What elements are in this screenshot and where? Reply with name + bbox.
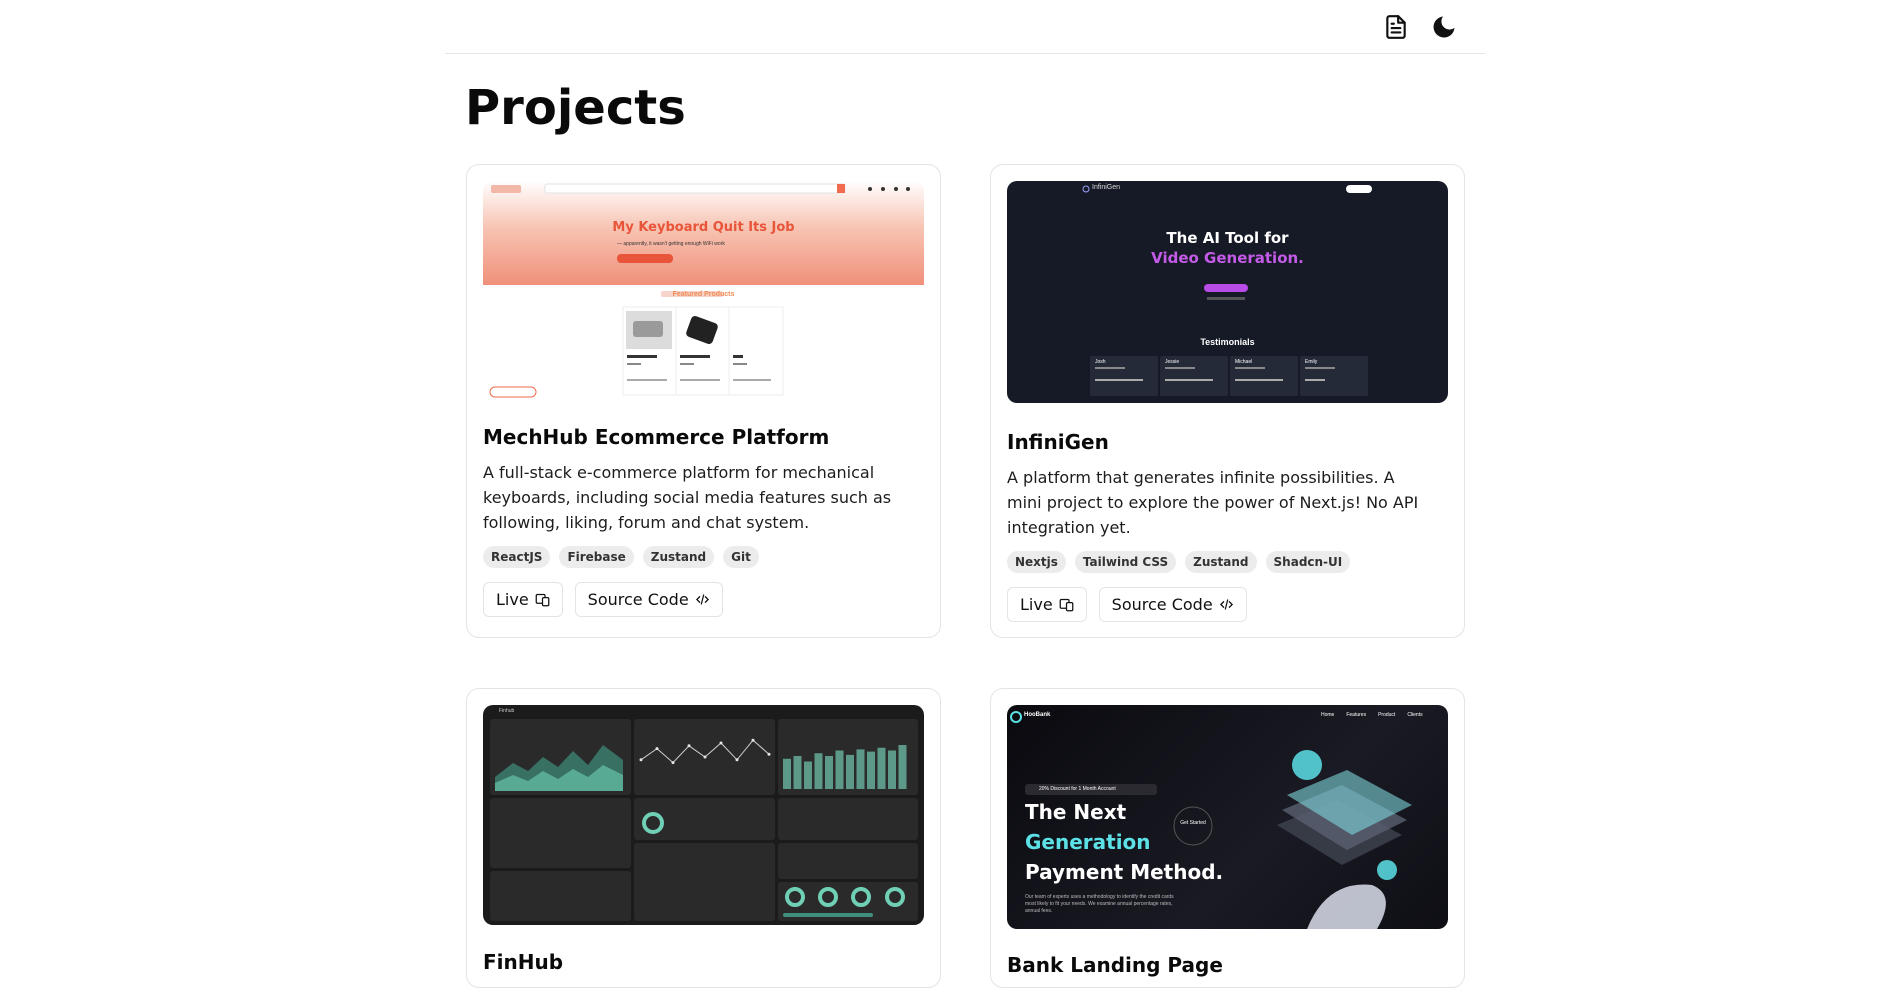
bar	[814, 753, 823, 789]
source-code-label: Source Code	[1111, 595, 1213, 614]
header-icons	[1381, 12, 1459, 42]
theme-toggle-button[interactable]	[1429, 12, 1459, 42]
project-actions: Live Source Code	[1007, 587, 1247, 622]
thumbnail-brand: Finhub	[499, 708, 515, 714]
thumbnail-subline: — apparently, it wasn't getting enough W…	[617, 241, 725, 247]
thumbnail-section: Testimonials	[1200, 337, 1255, 347]
project-thumbnail: My Keyboard Quit Its Job — apparently, i…	[483, 181, 924, 403]
tech-tag: Zustand	[642, 546, 715, 568]
tech-tag: ReactJS	[483, 546, 551, 568]
live-label: Live	[1020, 595, 1053, 614]
thumbnail-badge: 20% Discount for 1 Month Account	[1039, 786, 1116, 792]
tech-tags: ReactJS Firebase Zustand Git	[483, 546, 759, 568]
devices-icon	[1059, 598, 1074, 612]
project-card-finhub: Finhub FinHub	[466, 688, 941, 988]
live-label: Live	[496, 590, 529, 609]
tech-tag: Firebase	[559, 546, 634, 568]
tech-tag: Git	[723, 546, 759, 568]
tech-tag: Shadcn-UI	[1265, 551, 1351, 573]
project-card-mechhub: My Keyboard Quit Its Job — apparently, i…	[466, 164, 941, 638]
sparkline-point	[655, 747, 659, 751]
project-title: Bank Landing Page	[1007, 953, 1223, 977]
infinigen-thumbnail-art	[1082, 185, 1372, 396]
thumbnail-nav-item: Features	[1346, 712, 1367, 718]
tech-tags: Nextjs Tailwind CSS Zustand Shadcn-UI	[1007, 551, 1351, 573]
project-description: A platform that generates infinite possi…	[1007, 468, 1419, 537]
page-title: Projects	[465, 80, 686, 136]
thumbnail-brand: HooBank	[1024, 712, 1051, 718]
thumbnail-headline-3: Payment Method.	[1025, 860, 1224, 884]
project-thumbnail: InfiniGen The AI Tool for Video Generati…	[1007, 181, 1448, 403]
bar	[898, 745, 907, 789]
sparkline-point	[751, 738, 755, 742]
thumbnail-person: Jessie	[1165, 359, 1180, 365]
project-actions: Live Source Code	[483, 582, 723, 617]
code-icon	[695, 594, 709, 605]
thumbnail-section: Featured Products	[672, 291, 735, 298]
resume-button[interactable]	[1381, 12, 1411, 42]
sparkline-point	[639, 758, 643, 762]
tech-tag: Zustand	[1185, 551, 1257, 573]
bar	[804, 761, 812, 789]
bar	[793, 756, 802, 789]
source-code-label: Source Code	[587, 590, 689, 609]
sparkline-point	[719, 741, 723, 745]
bar	[825, 756, 833, 789]
source-code-button[interactable]: Source Code	[574, 582, 723, 617]
code-icon	[1219, 599, 1233, 610]
project-title: FinHub	[483, 950, 564, 974]
thumbnail-headline-1: The Next	[1025, 800, 1127, 824]
live-button[interactable]: Live	[483, 582, 563, 617]
devices-icon	[535, 593, 550, 607]
sparkline-point	[703, 755, 707, 759]
project-title: InfiniGen	[1007, 430, 1109, 454]
thumbnail-person: Emily	[1305, 359, 1318, 365]
thumbnail-nav: Home Features Product Clients	[1321, 712, 1423, 718]
moon-icon	[1433, 16, 1455, 38]
thumbnail-headline-2: Video Generation.	[1151, 249, 1304, 267]
thumbnail-nav-item: Home	[1321, 712, 1335, 718]
thumbnail-cta: Get Started	[1180, 820, 1206, 826]
sparkline-point	[687, 744, 691, 748]
bar	[846, 754, 854, 789]
thumbnail-person: Josh	[1095, 359, 1106, 365]
bar	[877, 747, 886, 789]
sparkline-point	[767, 752, 771, 756]
thumbnail-brand: InfiniGen	[1092, 184, 1121, 191]
sparkline-point	[671, 761, 675, 765]
project-description: A full-stack e-commerce platform for mec…	[483, 463, 892, 532]
thumbnail-headline-2: Generation	[1025, 830, 1151, 854]
project-card-infinigen: InfiniGen The AI Tool for Video Generati…	[990, 164, 1465, 638]
thumbnail-headline: My Keyboard Quit Its Job	[612, 220, 795, 235]
thumbnail-headline-1: The AI Tool for	[1166, 229, 1289, 247]
project-card-bank: HooBank Home Features Product Clients 20…	[990, 688, 1465, 988]
thumbnail-nav-item: Product	[1378, 712, 1396, 718]
bar	[888, 750, 896, 789]
live-button[interactable]: Live	[1007, 587, 1087, 622]
project-thumbnail: HooBank Home Features Product Clients 20…	[1007, 705, 1448, 929]
top-navigation	[445, 0, 1485, 54]
bar	[856, 749, 865, 789]
bar	[835, 750, 844, 789]
sparkline-point	[735, 758, 739, 762]
bar	[867, 751, 875, 789]
bar	[783, 758, 791, 789]
document-icon	[1386, 15, 1406, 39]
tech-tag: Nextjs	[1007, 551, 1066, 573]
finhub-thumbnail-art	[490, 719, 918, 921]
thumbnail-body: Our team of experts uses a methodology t…	[1025, 894, 1174, 914]
project-thumbnail: Finhub	[483, 705, 924, 925]
source-code-button[interactable]: Source Code	[1098, 587, 1247, 622]
project-title: MechHub Ecommerce Platform	[483, 425, 830, 449]
thumbnail-person: Michael	[1235, 359, 1253, 365]
thumbnail-nav-item: Clients	[1407, 712, 1423, 718]
tech-tag: Tailwind CSS	[1074, 551, 1177, 573]
